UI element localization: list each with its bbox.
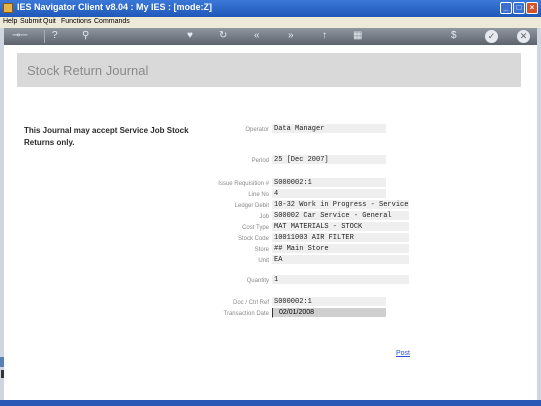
close-window-button[interactable]: ×: [526, 2, 538, 14]
operator-label: Operator: [245, 127, 269, 133]
quantity-label: Quantity: [246, 278, 269, 284]
stock-code-label: Stock Code: [237, 236, 269, 242]
menu-quit[interactable]: Quit: [43, 18, 56, 25]
period-field[interactable]: 25 [Dec 2007]: [272, 155, 386, 165]
doc-ref-label: Doc / Ctrl Ref: [232, 300, 269, 306]
menu-bar: Help Submit Quit Functions Commands: [0, 17, 541, 28]
ledger-debit-field[interactable]: 10-32 Work in Progress - Service: [272, 200, 409, 210]
toolbar-separator: [44, 30, 45, 43]
menu-submit[interactable]: Submit: [20, 18, 42, 25]
heart-icon[interactable]: ♥: [187, 30, 193, 42]
check-icon[interactable]: ✓: [485, 30, 498, 43]
maximize-button[interactable]: □: [513, 2, 525, 14]
page-banner: Stock Return Journal: [17, 53, 521, 87]
job-field[interactable]: S00002 Car Service - General: [272, 211, 409, 221]
up-icon[interactable]: ↑: [322, 30, 327, 42]
menu-functions[interactable]: Functions: [61, 18, 91, 25]
issue-requisition-field[interactable]: S000002:1: [272, 178, 386, 188]
grid-icon[interactable]: ▦: [353, 30, 362, 42]
page-title: Stock Return Journal: [27, 63, 149, 78]
title-bar: IES Navigator Client v8.04 : My IES : [m…: [0, 0, 541, 17]
window-title: IES Navigator Client v8.04 : My IES : [m…: [17, 2, 213, 12]
minimize-button[interactable]: _: [500, 2, 512, 14]
issue-requisition-label: Issue Requisition #: [218, 181, 269, 187]
cost-type-label: Cost Type: [242, 225, 269, 231]
store-label: Store: [254, 247, 269, 253]
transaction-date-label: Transaction Date: [223, 311, 269, 317]
toolbar: ⊸─ ? ⚲ ♥ ↻ « » ↑ ▦ $ ✓ ✕: [4, 28, 537, 45]
search-icon[interactable]: ⚲: [82, 30, 89, 42]
ledger-debit-label: Ledger Debit: [234, 203, 269, 209]
line-no-field[interactable]: 4: [272, 189, 386, 199]
menu-help[interactable]: Help: [3, 18, 17, 25]
dollar-icon[interactable]: $: [451, 30, 457, 42]
bottom-bar: [0, 400, 541, 406]
unit-label: Unit: [258, 258, 269, 264]
forward-icon[interactable]: »: [288, 30, 294, 42]
quantity-field[interactable]: 1: [272, 275, 409, 285]
transaction-date-field[interactable]: 02/01/2008: [272, 308, 386, 318]
key-icon[interactable]: ⊸─: [12, 30, 27, 42]
period-label: Period: [251, 158, 269, 164]
info-icon[interactable]: ?: [52, 30, 58, 42]
cost-type-field[interactable]: MAT MATERIALS - STOCK: [272, 222, 409, 232]
job-label: Job: [259, 214, 269, 220]
app-icon: [3, 3, 13, 13]
refresh-icon[interactable]: ↻: [219, 30, 227, 42]
line-no-label: Line No: [248, 192, 269, 198]
close-icon[interactable]: ✕: [517, 30, 530, 43]
back-icon[interactable]: «: [254, 30, 260, 42]
menu-commands[interactable]: Commands: [94, 18, 130, 25]
store-field[interactable]: ## Main Store: [272, 244, 409, 254]
main-content: Stock Return Journal This Journal may ac…: [4, 45, 537, 400]
unit-field[interactable]: EA: [272, 255, 409, 265]
info-note: This Journal may accept Service Job Stoc…: [24, 126, 189, 147]
stock-code-field[interactable]: 10011003 AIR FILTER: [272, 233, 409, 243]
operator-field[interactable]: Data Manager: [272, 124, 386, 134]
doc-ref-field[interactable]: S000002:1: [272, 297, 386, 307]
post-link[interactable]: Post: [396, 350, 410, 357]
